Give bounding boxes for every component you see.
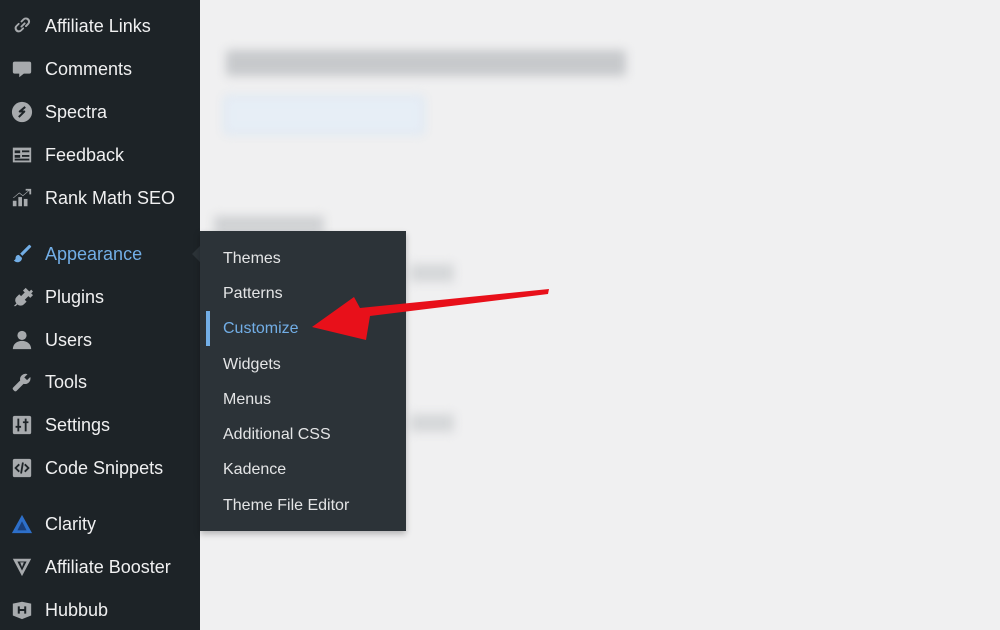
feedback-icon xyxy=(10,143,34,167)
sidebar-item-label: Tools xyxy=(45,372,88,392)
clarity-icon xyxy=(10,512,34,536)
sidebar-item-code-snippets[interactable]: Code Snippets xyxy=(0,450,200,486)
admin-sidebar: Affiliate Links Comments Spectra Feedbac… xyxy=(0,0,200,630)
sidebar-item-label: Feedback xyxy=(45,145,125,165)
submenu-item-label: Customize xyxy=(223,320,299,337)
sidebar-item-affiliate-links[interactable]: Affiliate Links xyxy=(0,8,200,44)
submenu-item-label: Patterns xyxy=(223,285,283,302)
submenu-item-label: Kadence xyxy=(223,461,287,478)
sidebar-item-label: Code Snippets xyxy=(45,458,164,478)
sidebar-item-clarity[interactable]: Clarity xyxy=(0,506,200,542)
plug-icon xyxy=(10,285,34,309)
settings-sliders-icon xyxy=(10,413,34,437)
submenu-item-label: Menus xyxy=(223,391,272,408)
submenu-item-label: Themes xyxy=(223,250,281,267)
submenu-item-widgets[interactable]: Widgets xyxy=(200,347,406,382)
appearance-submenu: Themes Patterns Customize Widgets Menus … xyxy=(200,231,406,531)
sidebar-item-appearance[interactable]: Appearance xyxy=(0,236,200,272)
submenu-item-label: Additional CSS xyxy=(223,426,331,443)
sidebar-item-hubbub[interactable]: Hubbub xyxy=(0,592,200,628)
spectra-icon xyxy=(10,100,34,124)
submenu-item-additional-css[interactable]: Additional CSS xyxy=(200,417,406,452)
sidebar-item-users[interactable]: Users xyxy=(0,322,200,358)
submenu-item-kadence[interactable]: Kadence xyxy=(200,452,406,487)
hubbub-icon xyxy=(10,598,34,622)
link-icon xyxy=(10,14,34,38)
sidebar-item-tools[interactable]: Tools xyxy=(0,364,200,400)
sidebar-item-spectra[interactable]: Spectra xyxy=(0,94,200,130)
sidebar-item-label: Spectra xyxy=(45,102,108,122)
sidebar-item-label: Plugins xyxy=(45,287,105,307)
sidebar-item-rank-math-seo[interactable]: Rank Math SEO xyxy=(0,180,200,216)
sidebar-item-label: Settings xyxy=(45,415,111,435)
blurred-cell xyxy=(410,414,454,432)
comment-icon xyxy=(10,57,34,81)
submenu-item-label: Theme File Editor xyxy=(223,497,350,514)
blurred-button xyxy=(224,96,424,134)
submenu-item-label: Widgets xyxy=(223,356,281,373)
sidebar-item-label: Users xyxy=(45,330,93,350)
sidebar-item-label: Rank Math SEO xyxy=(45,188,176,208)
blurred-page-title xyxy=(226,50,626,76)
sidebar-item-feedback[interactable]: Feedback xyxy=(0,137,200,173)
code-icon xyxy=(10,456,34,480)
sidebar-item-settings[interactable]: Settings xyxy=(0,407,200,443)
user-icon xyxy=(10,328,34,352)
sidebar-item-label: Affiliate Booster xyxy=(45,557,171,577)
sidebar-item-label: Affiliate Links xyxy=(45,16,151,36)
sidebar-item-affiliate-booster[interactable]: Affiliate Booster xyxy=(0,549,200,585)
sidebar-item-comments[interactable]: Comments xyxy=(0,51,200,87)
submenu-item-themes[interactable]: Themes xyxy=(200,241,406,276)
submenu-item-theme-file-editor[interactable]: Theme File Editor xyxy=(200,488,406,523)
red-arrow-annotation xyxy=(312,289,549,340)
active-menu-pointer xyxy=(192,246,200,262)
rank-math-icon xyxy=(10,186,34,210)
sidebar-item-plugins[interactable]: Plugins xyxy=(0,279,200,315)
wrench-icon xyxy=(10,370,34,394)
current-item-indicator xyxy=(206,311,210,346)
affiliate-booster-icon xyxy=(10,555,34,579)
sidebar-item-label: Clarity xyxy=(45,514,97,534)
paintbrush-icon xyxy=(10,242,34,266)
sidebar-item-label: Hubbub xyxy=(45,600,109,620)
sidebar-item-label: Appearance xyxy=(45,244,143,264)
sidebar-item-label: Comments xyxy=(45,59,133,79)
submenu-item-menus[interactable]: Menus xyxy=(200,382,406,417)
